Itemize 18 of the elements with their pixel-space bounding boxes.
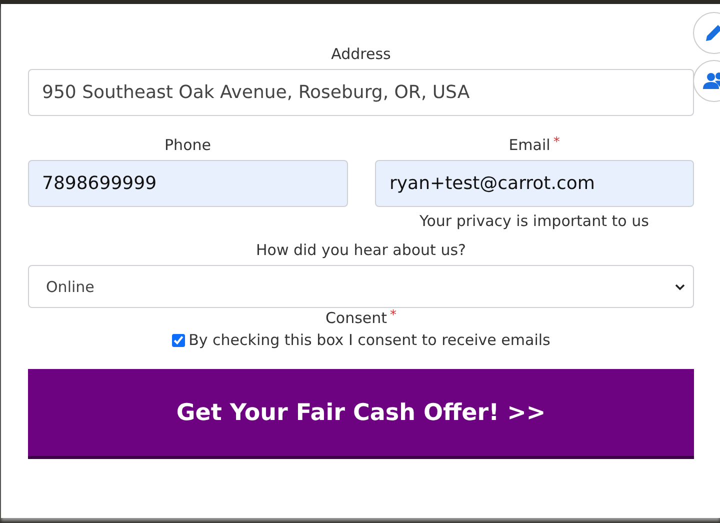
required-mark: * (553, 135, 560, 151)
phone-field[interactable]: 7898699999 (28, 160, 348, 207)
field-label: Email (508, 135, 550, 155)
chevron-down-icon (675, 282, 685, 290)
pencil-icon (703, 22, 720, 44)
field-label: How did you hear about us? (256, 240, 466, 260)
privacy-note: Your privacy is important to us (420, 211, 649, 231)
submit-button[interactable]: Get Your Fair Cash Offer! >> (28, 369, 694, 459)
email-field[interactable]: ryan+test@carrot.com (374, 160, 694, 207)
field-label: Phone (164, 135, 211, 155)
people-icon (703, 71, 720, 91)
source-dropdown[interactable]: Online (28, 265, 694, 308)
field-label: Consent (325, 308, 388, 328)
required-mark: * (390, 308, 397, 324)
address-field[interactable]: 950 Southeast Oak Avenue, Roseburg, OR, USA (28, 69, 694, 116)
consent-checkbox[interactable] (172, 334, 185, 346)
field-label: Address (331, 44, 391, 64)
checkbox-label: By checking this box I consent to receive emails (188, 331, 550, 349)
